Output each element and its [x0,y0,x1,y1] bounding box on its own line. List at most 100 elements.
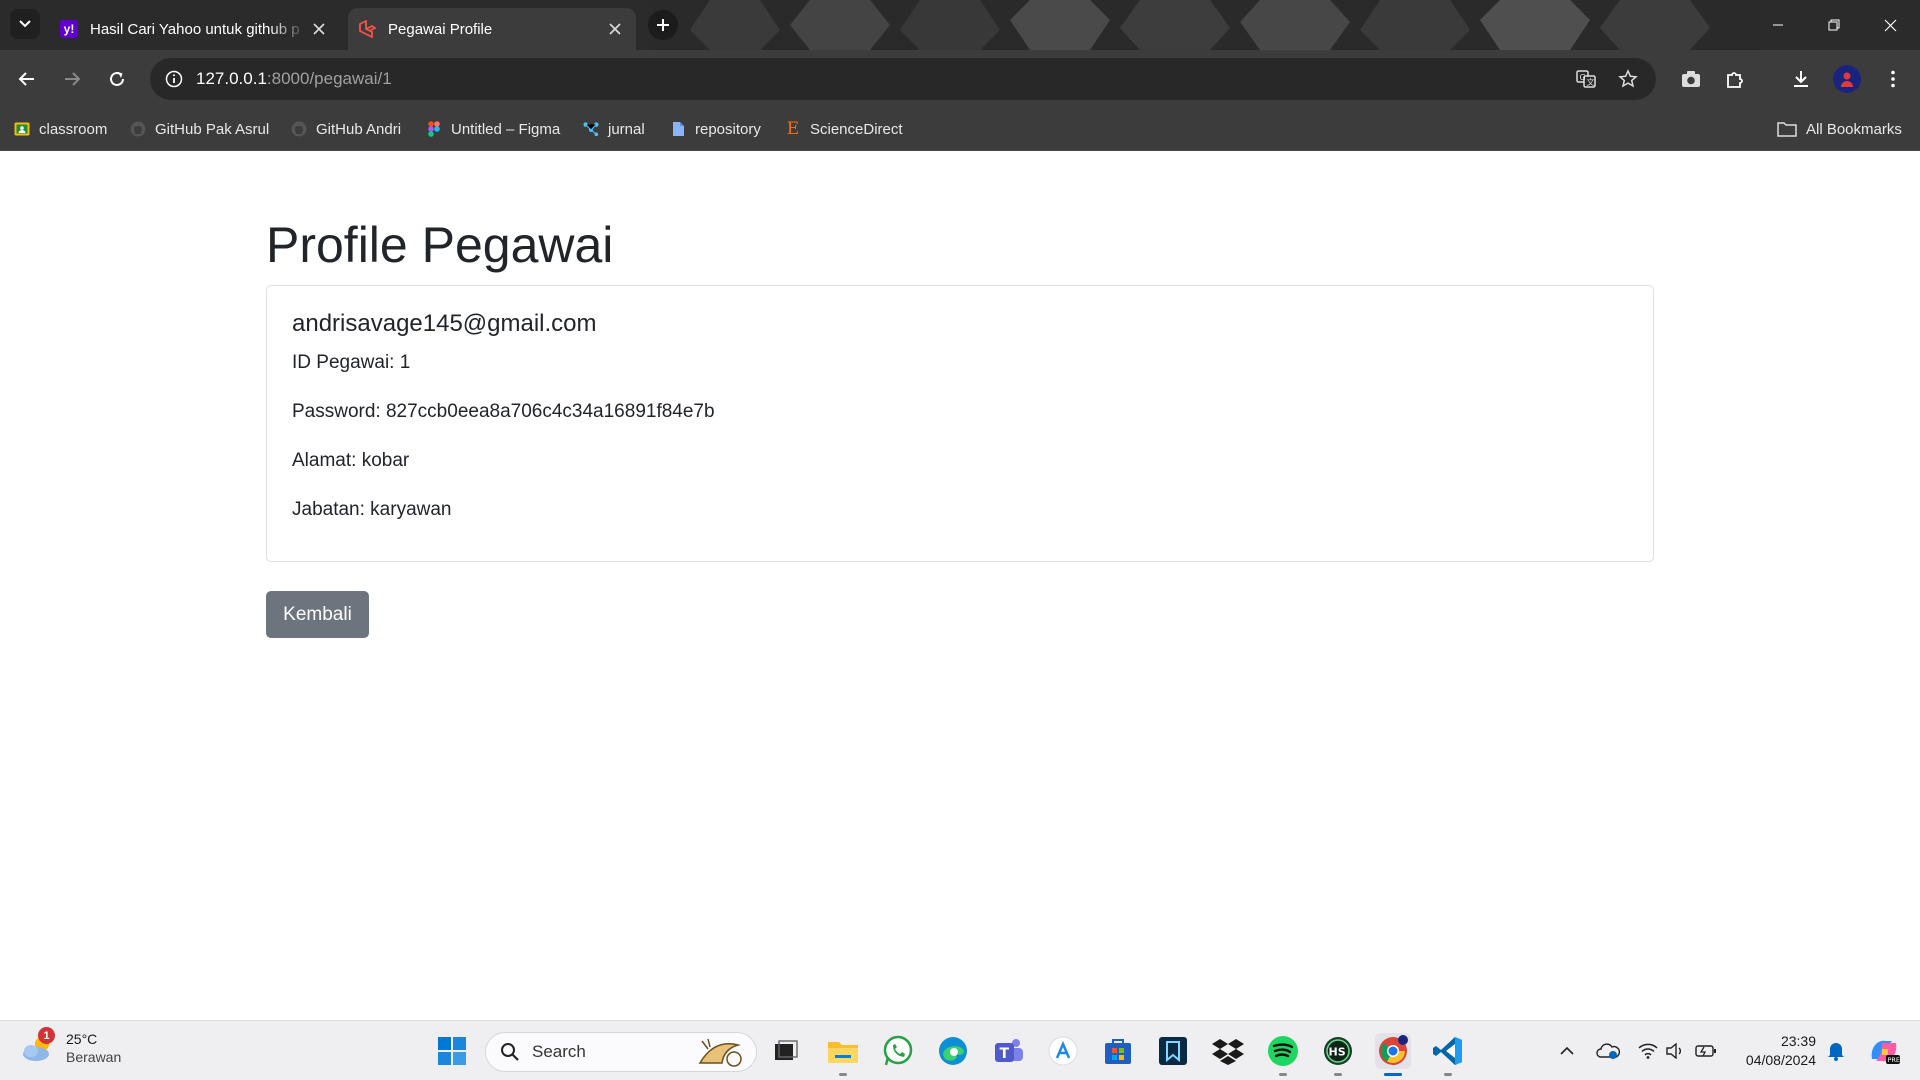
restore-button[interactable] [1806,0,1862,50]
profile-jabatan: Jabatan: karyawan [292,499,452,520]
task-view-button[interactable] [768,1033,804,1069]
github-icon [291,121,307,137]
taskbar-hs-app[interactable]: HS [1320,1033,1356,1076]
bell-icon [1828,1043,1844,1061]
taskbar-edge[interactable] [935,1033,971,1069]
taskbar-dark-app[interactable] [1155,1033,1191,1069]
jurnal-icon [583,121,599,137]
url-path: :8000/pegawai/1 [266,69,392,88]
close-window-button[interactable] [1862,0,1918,50]
speaker-icon [1666,1043,1681,1059]
minimize-button[interactable] [1750,0,1806,50]
cloudy-weather-icon: 1 [20,1027,56,1066]
copilot-button[interactable]: PRE [1866,1031,1902,1071]
profile-button[interactable] [1830,62,1864,96]
kembali-button[interactable]: Kembali [266,591,369,638]
downloads-button[interactable] [1784,62,1818,96]
tab-pegawai-profile[interactable]: Pegawai Profile [348,8,636,50]
cloud-icon [1596,1043,1620,1059]
bookmark-github-pak-asrul[interactable]: GitHub Pak Asrul [130,118,269,140]
reload-button[interactable] [100,62,134,96]
weather-badge: 1 [38,1027,55,1044]
taskbar-teams[interactable]: T [990,1033,1026,1069]
site-info-icon[interactable] [154,59,194,99]
profile-id: ID Pegawai: 1 [292,352,411,373]
svg-text:文: 文 [1587,77,1595,87]
taskbar-whatsapp[interactable] [880,1033,916,1069]
show-hidden-icons-button[interactable] [1553,1031,1581,1071]
taskbar-appstore[interactable] [1045,1033,1081,1069]
svg-text:G: G [1580,73,1586,82]
reload-icon [110,71,124,86]
volume-tray[interactable] [1662,1031,1690,1071]
taskbar-vscode[interactable] [1430,1033,1466,1076]
svg-text:T: T [1000,1046,1010,1062]
vscode-icon [1433,1037,1462,1065]
taskbar-microsoft-store[interactable] [1100,1033,1136,1069]
folder-icon [1777,121,1797,137]
clock-time: 23:39 [1780,1033,1816,1049]
search-highlight-icon [698,1038,742,1067]
start-button[interactable] [434,1033,470,1069]
close-tab-icon[interactable] [308,18,330,40]
close-tab-icon[interactable] [604,18,626,40]
bookmark-figma[interactable]: Untitled – Figma [426,118,560,140]
screenshot-button[interactable] [1674,62,1708,96]
close-icon [1884,19,1896,31]
wifi-icon [1638,1043,1658,1059]
spotify-icon [1268,1036,1298,1066]
taskbar-file-explorer[interactable] [825,1033,861,1076]
translate-icon[interactable]: G文 [1568,61,1604,97]
bookmark-star-icon[interactable] [1610,61,1646,97]
store-icon [1105,1039,1131,1064]
extensions-button[interactable] [1718,62,1752,96]
bookmark-sciencedirect[interactable]: E ScienceDirect [785,118,903,140]
tab-title: Pegawai Profile [388,20,493,38]
bookmark-github-andri[interactable]: GitHub Andri [291,118,401,140]
profile-card: andrisavage145@gmail.com ID Pegawai: 1 P… [266,285,1654,562]
bookmark-jurnal[interactable]: jurnal [583,118,645,140]
taskbar-dropbox[interactable] [1210,1033,1246,1069]
copilot-icon: PRE [1871,1040,1900,1064]
windows-taskbar: 1 25°C Berawan Search T HS 23:39 04/08/2… [0,1020,1920,1080]
laravel-icon [358,19,377,39]
weather-temp: 25°C [66,1031,98,1047]
profile-email: andrisavage145@gmail.com [292,310,597,337]
taskbar-spotify[interactable] [1265,1033,1301,1076]
bookmark-label: repository [695,120,761,138]
all-bookmarks-label: All Bookmarks [1806,120,1902,138]
bookmark-classroom[interactable]: classroom [14,118,107,140]
bookmark-app-icon [1159,1037,1187,1065]
bookmark-label: classroom [39,120,108,138]
teams-icon: T [995,1039,1023,1062]
wifi-tray[interactable] [1634,1031,1662,1071]
figma-icon [426,121,442,137]
folder-icon [828,1042,858,1063]
bookmark-repository[interactable]: repository [670,118,761,140]
taskbar-chrome[interactable] [1375,1033,1411,1076]
battery-tray[interactable] [1692,1031,1720,1071]
browser-toolbar: 127.0.0.1:8000/pegawai/1 G文 [0,50,1920,108]
taskbar-search[interactable]: Search [485,1032,757,1072]
chevron-up-icon [1560,1046,1574,1055]
task-view-icon [775,1040,798,1060]
weather-condition: Berawan [66,1049,122,1065]
minimize-icon [1773,24,1783,26]
all-bookmarks-button[interactable]: All Bookmarks [1777,118,1902,140]
tab-yahoo-search[interactable]: y! Hasil Cari Yahoo untuk github p [50,8,340,50]
menu-button[interactable] [1876,62,1910,96]
onedrive-tray[interactable] [1594,1031,1622,1071]
address-bar[interactable]: 127.0.0.1:8000/pegawai/1 G文 [150,58,1656,100]
system-clock[interactable]: 23:39 04/08/2024 [1732,1032,1816,1070]
weather-widget[interactable]: 1 25°C Berawan [20,1027,122,1066]
battery-icon [1695,1045,1716,1057]
url-text: 127.0.0.1:8000/pegawai/1 [196,69,392,89]
notifications-button[interactable] [1822,1031,1850,1071]
back-button[interactable] [10,62,44,96]
tab-search-button[interactable] [10,9,40,39]
elsevier-icon: E [786,119,800,139]
bookmark-label: Untitled – Figma [451,120,561,138]
forward-button[interactable] [55,62,89,96]
more-vert-icon [1891,70,1895,88]
new-tab-button[interactable] [648,10,678,40]
